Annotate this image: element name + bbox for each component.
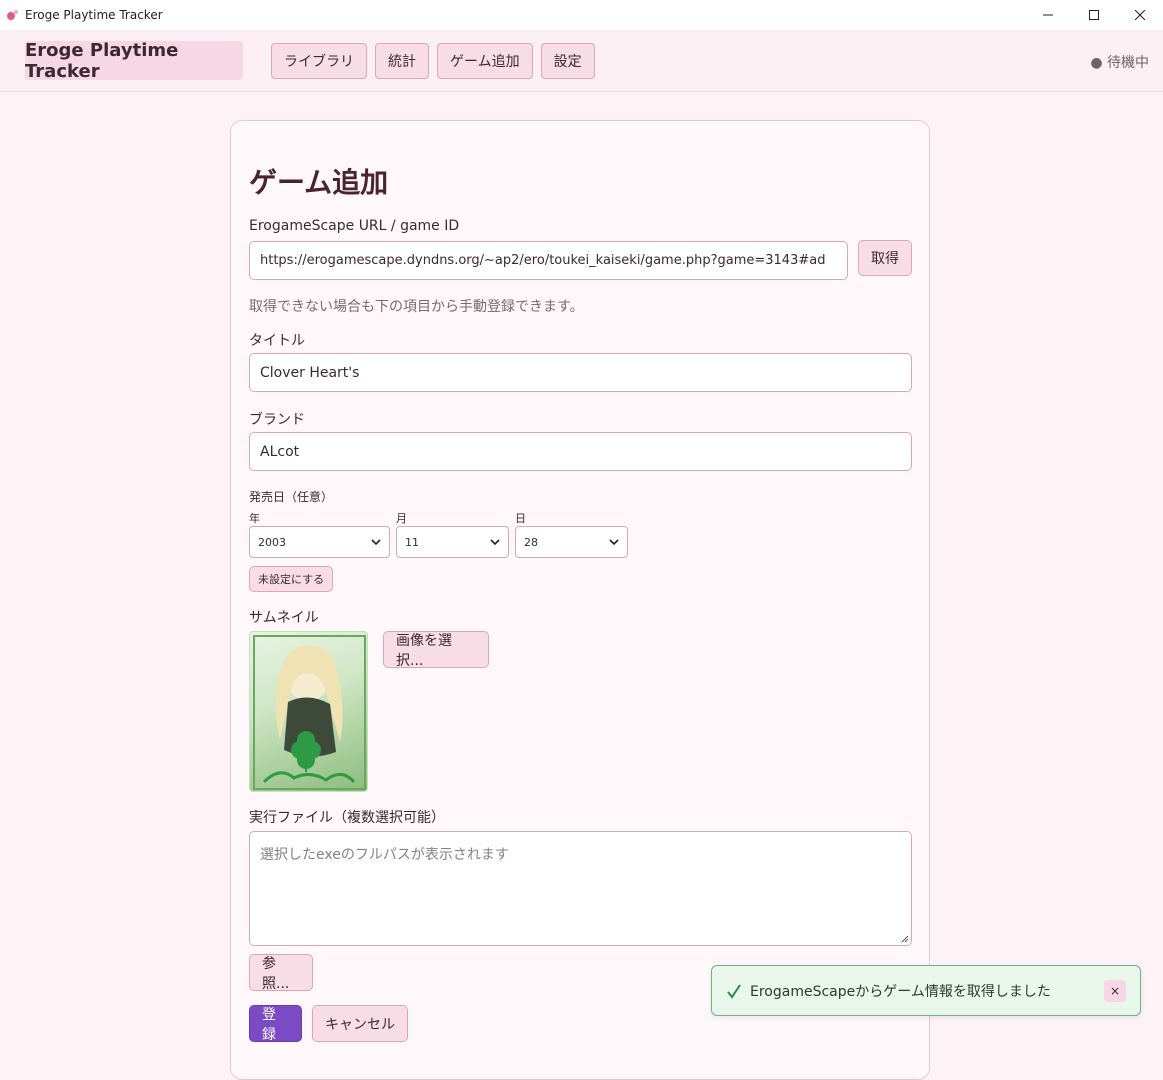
thumbnail-label: サムネイル xyxy=(249,610,319,626)
brand-input[interactable]: ALcot xyxy=(249,432,912,471)
title-input[interactable]: Clover Heart's xyxy=(249,353,912,392)
browse-button[interactable]: 参照... xyxy=(249,954,313,992)
clover-artwork-icon xyxy=(253,635,366,790)
maximize-button[interactable] xyxy=(1071,0,1117,30)
minimize-icon xyxy=(1043,14,1053,16)
close-icon xyxy=(1135,10,1145,20)
year-label: 年 xyxy=(249,512,260,525)
month-select[interactable]: 11 xyxy=(396,526,509,558)
success-toast: ErogameScapeからゲーム情報を取得しました × xyxy=(711,965,1141,1016)
exe-path-placeholder: 選択したexeのフルパスが表示されます xyxy=(260,847,509,863)
fetch-button[interactable]: 取得 xyxy=(858,240,912,276)
year-select[interactable]: 2003 xyxy=(249,526,390,558)
day-select[interactable]: 28 xyxy=(515,526,628,558)
unset-date-button[interactable]: 未設定にする xyxy=(249,566,334,592)
status-indicator: ● 待機中 xyxy=(1090,55,1149,71)
release-date-label: 発売日（任意） xyxy=(249,490,334,504)
chevron-down-icon xyxy=(371,539,381,546)
month-label: 月 xyxy=(396,512,407,525)
page-title: ゲーム追加 xyxy=(249,166,389,199)
check-icon xyxy=(727,983,741,999)
resize-grip-icon[interactable] xyxy=(901,935,909,943)
toast-close-button[interactable]: × xyxy=(1104,980,1126,1002)
nav-add-game-button[interactable]: ゲーム追加 xyxy=(437,43,533,79)
app-header: Eroge Playtime Tracker ライブラリ 統計 ゲーム追加 設定… xyxy=(0,30,1163,92)
toast-message: ErogameScapeからゲーム情報を取得しました xyxy=(750,983,1051,1000)
minimize-button[interactable] xyxy=(1025,0,1071,30)
app-icon xyxy=(7,9,19,21)
chevron-down-icon xyxy=(609,539,619,546)
title-label: タイトル xyxy=(249,333,305,349)
brand-label: ブランド xyxy=(249,412,305,428)
url-input[interactable]: https://erogamescape.dyndns.org/~ap2/ero… xyxy=(249,241,848,280)
exe-label: 実行ファイル（複数選択可能） xyxy=(249,810,445,826)
year-select-value: 2003 xyxy=(258,535,286,549)
nav-stats-button[interactable]: 統計 xyxy=(375,43,429,79)
exe-path-textarea[interactable]: 選択したexeのフルパスが表示されます xyxy=(249,831,912,946)
nav-settings-button[interactable]: 設定 xyxy=(540,43,595,79)
window-titlebar: Eroge Playtime Tracker xyxy=(0,0,1163,30)
nav-library-button[interactable]: ライブラリ xyxy=(271,43,367,79)
register-button[interactable]: 登録 xyxy=(249,1005,302,1043)
add-game-card: ゲーム追加 ErogameScape URL / game ID https:/… xyxy=(230,120,930,1080)
brand-logo[interactable]: Eroge Playtime Tracker xyxy=(25,40,243,82)
window-title: Eroge Playtime Tracker xyxy=(25,8,163,22)
select-image-button[interactable]: 画像を選択... xyxy=(383,631,489,669)
chevron-down-icon xyxy=(490,539,500,546)
url-label: ErogameScape URL / game ID xyxy=(249,218,460,234)
close-window-button[interactable] xyxy=(1117,0,1163,30)
day-select-value: 28 xyxy=(524,535,538,549)
thumbnail-image xyxy=(249,631,368,792)
cancel-button[interactable]: キャンセル xyxy=(312,1005,408,1042)
maximize-icon xyxy=(1089,10,1099,20)
day-label: 日 xyxy=(515,512,526,525)
month-select-value: 11 xyxy=(405,535,419,549)
fetch-hint: 取得できない場合も下の項目から手動登録できます。 xyxy=(249,299,584,315)
window-controls xyxy=(1025,0,1163,30)
main-nav: ライブラリ 統計 ゲーム追加 設定 xyxy=(271,43,595,79)
